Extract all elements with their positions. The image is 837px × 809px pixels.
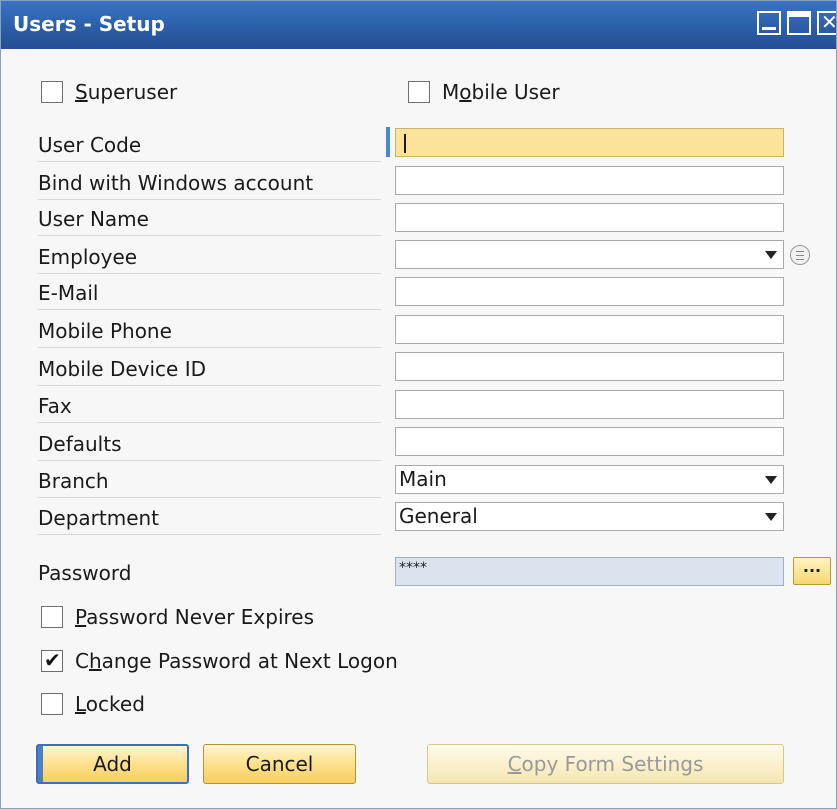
password-never-expires-row[interactable]: Password Never Expires [41,602,314,632]
fax-input[interactable] [395,390,784,419]
locked-label: Locked [75,692,145,716]
user-name-input[interactable] [395,203,784,232]
department-label: Department [38,499,381,535]
defaults-input[interactable] [395,427,784,456]
title-bar[interactable]: Users - Setup ✕ [1,1,837,49]
focus-indicator [38,746,43,782]
focus-marker [386,127,390,157]
superuser-checkbox[interactable] [41,81,63,103]
branch-select[interactable]: Main [395,465,784,494]
copy-form-settings-button[interactable]: Copy Form Settings [427,744,784,784]
mobile-device-id-input[interactable] [395,352,784,381]
chevron-down-icon[interactable] [765,251,777,259]
email-input[interactable] [395,277,784,306]
text-caret [404,134,406,153]
locked-checkbox[interactable] [41,693,63,715]
superuser-label: Superuser [75,80,178,104]
chevron-down-icon[interactable] [765,513,777,521]
password-ellipsis-button[interactable]: ... [793,557,831,585]
password-label: Password [38,561,132,585]
cancel-button[interactable]: Cancel [203,744,356,784]
password-field: **** [395,557,784,586]
user-name-label: User Name [38,200,381,236]
change-password-row[interactable]: ✔ Change Password at Next Logon [41,646,398,676]
password-never-expires-label: Password Never Expires [75,605,315,629]
change-password-label: Change Password at Next Logon [75,649,398,673]
superuser-checkbox-row[interactable]: Superuser [41,77,177,107]
chevron-down-icon[interactable] [765,476,777,484]
mobile-device-id-label: Mobile Device ID [38,350,381,386]
window-title: Users - Setup [13,12,165,36]
bind-windows-input[interactable] [395,166,784,195]
link-arrow-icon[interactable] [790,245,810,265]
user-code-input[interactable] [395,128,784,157]
employee-label: Employee [38,238,381,274]
close-button[interactable]: ✕ [817,10,837,35]
defaults-label: Defaults [38,425,381,461]
mobile-user-checkbox[interactable] [408,81,430,103]
mobile-user-label: Mobile User [442,80,560,104]
bind-windows-label: Bind with Windows account [38,164,381,200]
close-icon: ✕ [821,10,837,34]
employee-select[interactable] [395,240,784,269]
change-password-checkbox[interactable]: ✔ [41,648,63,672]
check-icon: ✔ [44,648,61,672]
minimize-button[interactable] [757,11,781,35]
maximize-button[interactable] [787,11,811,35]
mobile-phone-label: Mobile Phone [38,312,381,348]
add-button[interactable]: Add [36,744,189,784]
email-label: E-Mail [38,274,381,310]
locked-row[interactable]: Locked [41,689,145,719]
mobile-phone-input[interactable] [395,315,784,344]
department-select[interactable]: General [395,502,784,531]
mobile-user-checkbox-row[interactable]: Mobile User [408,77,560,107]
fax-label: Fax [38,387,381,423]
branch-label: Branch [38,462,381,498]
user-code-label: User Code [38,126,381,162]
password-never-expires-checkbox[interactable] [41,606,63,628]
users-setup-window: Users - Setup ✕ Superuser Mobile User Us… [0,0,837,809]
